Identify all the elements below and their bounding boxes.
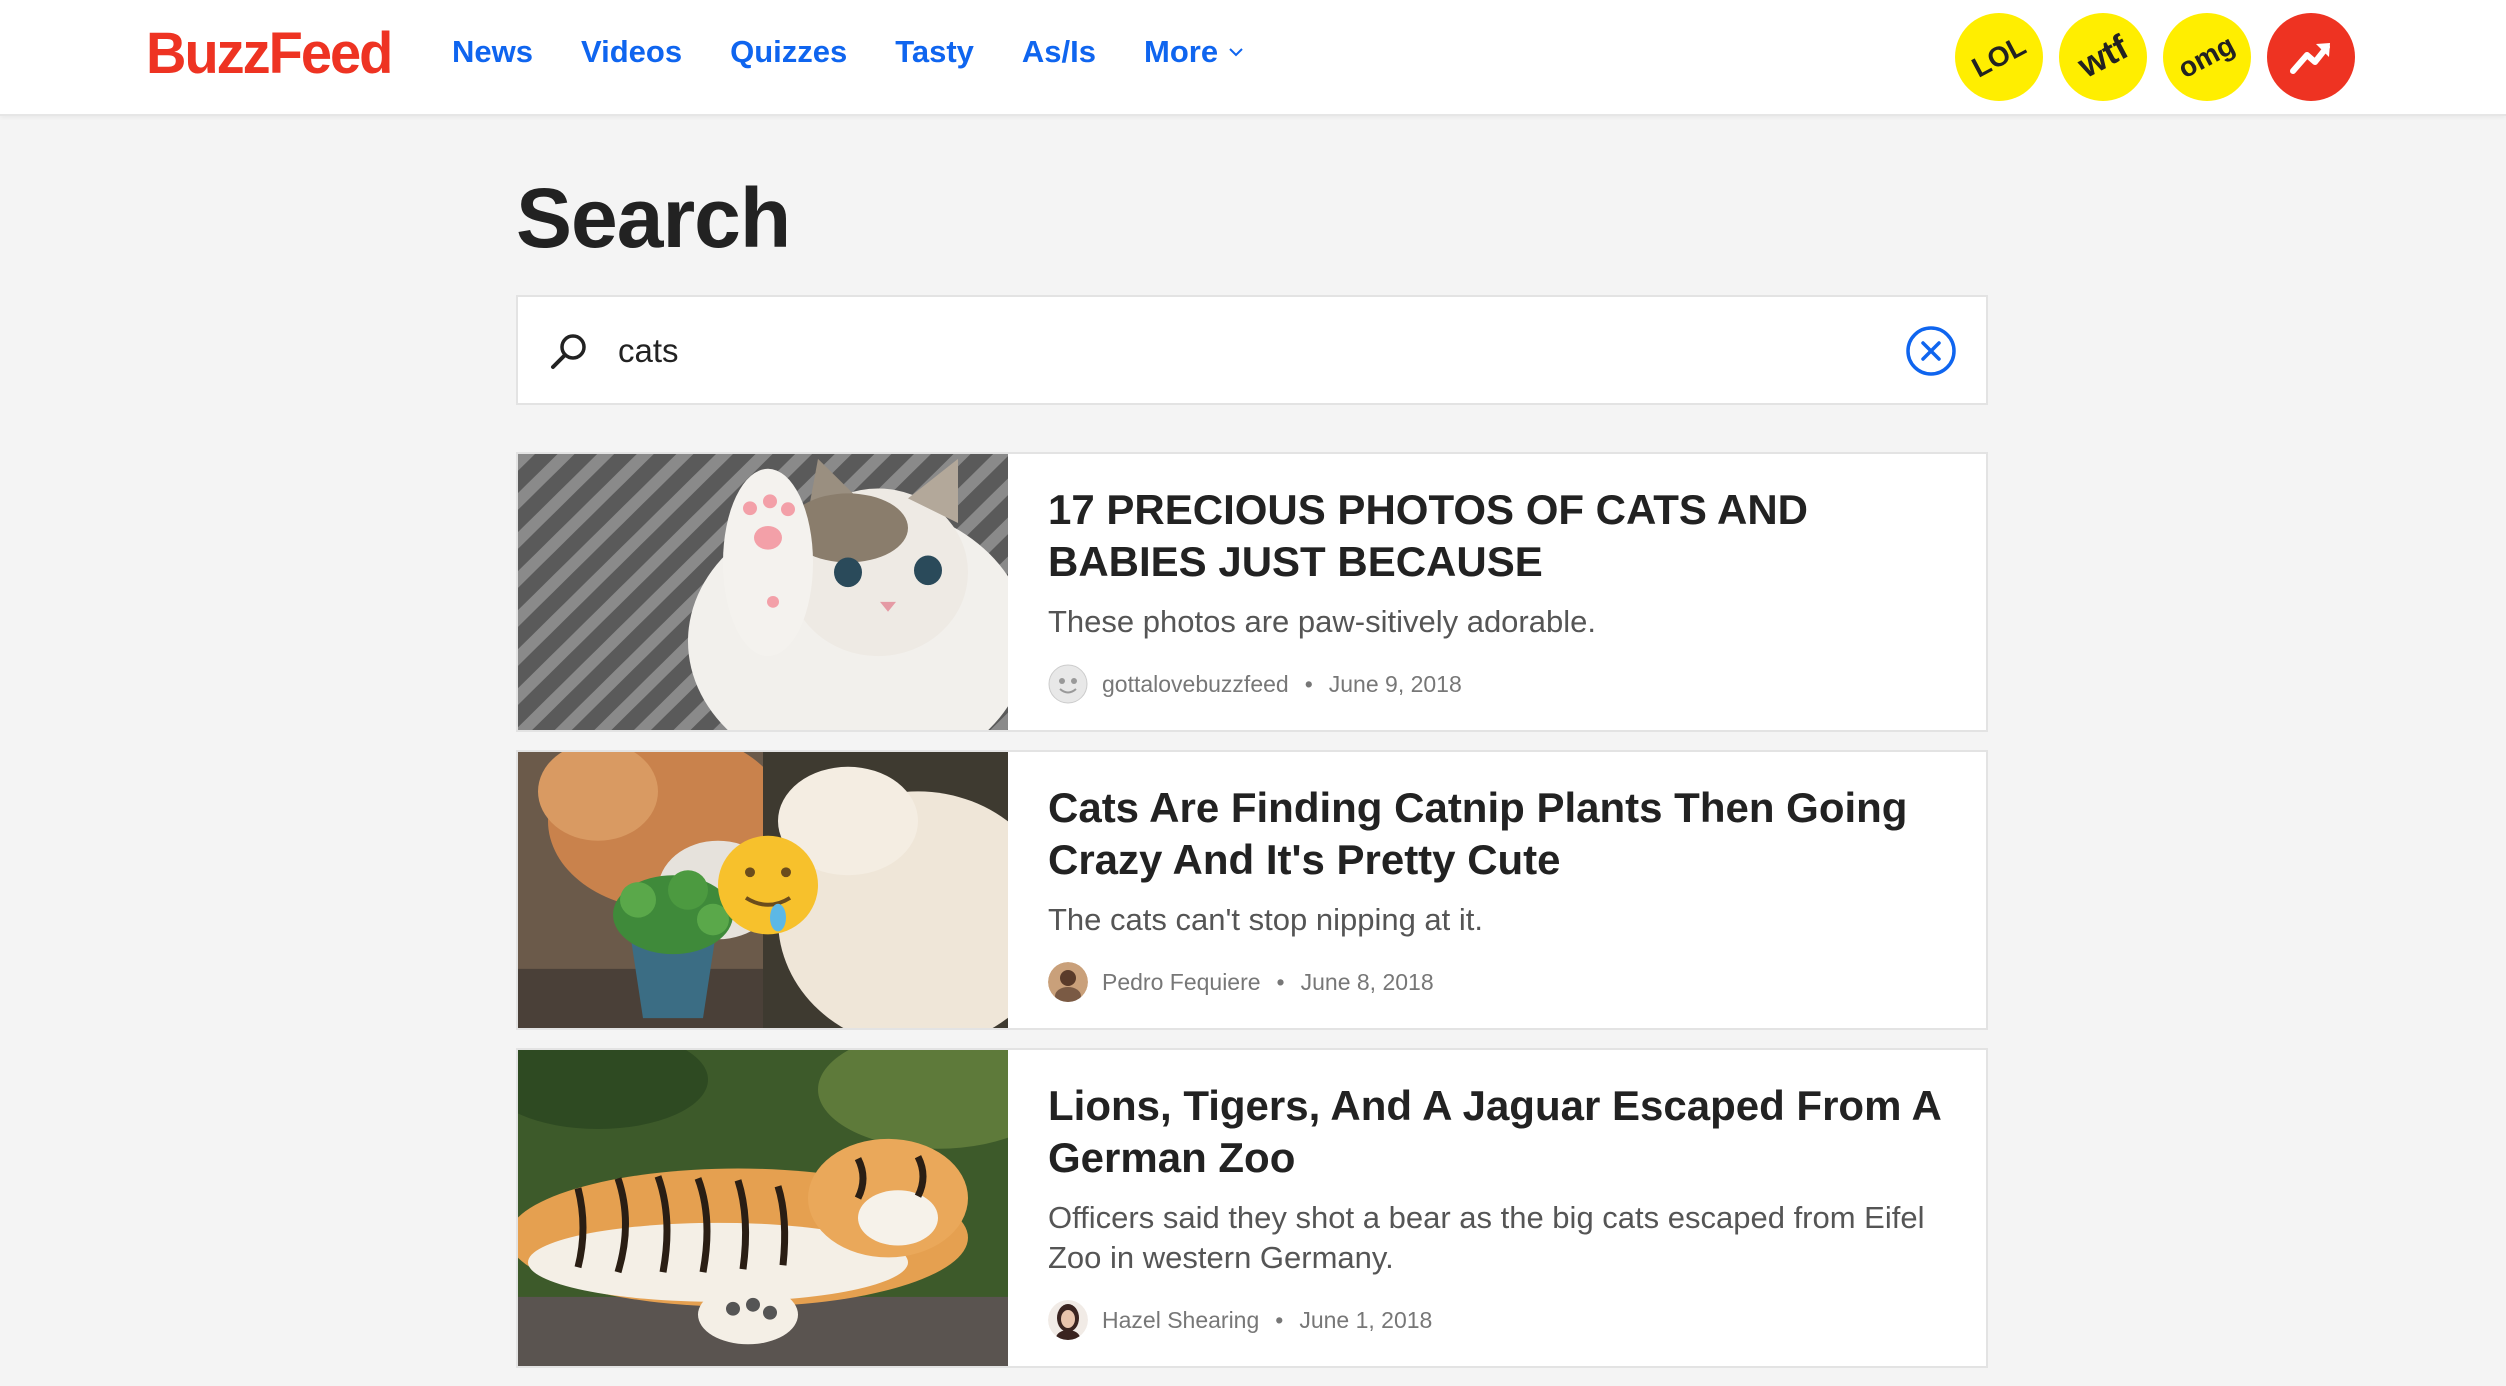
nav-tasty[interactable]: Tasty — [895, 34, 974, 70]
publish-date: June 1, 2018 — [1299, 1306, 1433, 1333]
separator: • — [1276, 968, 1285, 995]
result-card[interactable]: 17 PRECIOUS PHOTOS OF CATS AND BABIES JU… — [516, 452, 1988, 732]
separator: • — [1304, 670, 1313, 697]
result-title[interactable]: Cats Are Finding Catnip Plants Then Goin… — [1048, 782, 1948, 886]
result-card[interactable]: Cats Are Finding Catnip Plants Then Goin… — [516, 750, 1988, 1030]
wtf-badge[interactable]: wtf — [2059, 13, 2147, 101]
result-title[interactable]: Lions, Tigers, And A Jaguar Escaped From… — [1048, 1080, 1948, 1184]
search-box — [516, 295, 1988, 405]
search-input[interactable] — [618, 321, 1798, 381]
chevron-down-icon — [1229, 48, 1243, 57]
nav-as-is-label: As/Is — [1021, 34, 1097, 69]
nav-videos[interactable]: Videos — [581, 34, 682, 70]
publish-date: June 8, 2018 — [1300, 968, 1434, 995]
nav-more-label: More — [1144, 34, 1219, 69]
wtf-badge-label: wtf — [2071, 27, 2135, 86]
tiger-photo[interactable] — [518, 1050, 1008, 1366]
nav-news[interactable]: News — [452, 34, 533, 70]
author-name[interactable]: Hazel Shearing — [1102, 1307, 1259, 1334]
publish-date: June 9, 2018 — [1328, 670, 1462, 697]
nav-videos-label: Videos — [580, 34, 683, 69]
kitten-photo[interactable] — [518, 454, 1008, 730]
result-byline: gottalovebuzzfeed • June 9, 2018 — [1048, 664, 1948, 704]
author-name[interactable]: Pedro Fequiere — [1102, 969, 1261, 996]
clear-search-icon[interactable] — [1904, 324, 1958, 378]
omg-badge-label: omg — [2173, 28, 2241, 85]
nav-quizzes-label: Quizzes — [730, 34, 848, 69]
omg-badge[interactable]: omg — [2163, 13, 2251, 101]
page-title: Search — [516, 171, 791, 265]
nav-quizzes[interactable]: Quizzes — [730, 34, 847, 70]
nav-tasty-label: Tasty — [895, 34, 974, 69]
separator: • — [1275, 1306, 1284, 1333]
result-byline: Pedro Fequiere • June 8, 2018 — [1048, 962, 1948, 1002]
reaction-badges: LOL wtf omg — [1955, 13, 2355, 101]
author-avatar[interactable] — [1048, 1300, 1088, 1340]
nav-news-label: News — [452, 34, 533, 69]
catnip-cats-photo[interactable] — [518, 752, 1008, 1028]
result-description: Officers said they shot a bear as the bi… — [1048, 1200, 1925, 1275]
search-icon — [551, 334, 586, 369]
result-title[interactable]: 17 PRECIOUS PHOTOS OF CATS AND BABIES JU… — [1048, 484, 1948, 588]
result-description: These photos are paw-sitively adorable. — [1048, 604, 1596, 639]
main-nav: News Videos Quizzes Tasty As/Is More — [452, 34, 1246, 70]
search-results: 17 PRECIOUS PHOTOS OF CATS AND BABIES JU… — [516, 452, 1988, 1386]
nav-as-is[interactable]: As/Is — [1022, 34, 1096, 70]
result-description: The cats can't stop nipping at it. — [1048, 902, 1483, 937]
lol-badge[interactable]: LOL — [1955, 13, 2043, 101]
trending-badge[interactable] — [2267, 13, 2355, 101]
trending-arrow-icon — [2290, 43, 2330, 74]
author-name[interactable]: gottalovebuzzfeed — [1102, 671, 1289, 698]
nav-more-dropdown[interactable]: More — [1144, 34, 1246, 70]
result-byline: Hazel Shearing • June 1, 2018 — [1048, 1300, 1948, 1340]
top-navigation-bar: BuzzFeed News Videos Quizzes Tasty As/Is… — [0, 0, 2506, 116]
buzzfeed-logo[interactable]: BuzzFeed — [146, 18, 393, 86]
author-avatar[interactable] — [1048, 962, 1088, 1002]
author-avatar[interactable] — [1048, 664, 1088, 704]
lol-badge-label: LOL — [1966, 29, 2031, 84]
result-card[interactable]: Lions, Tigers, And A Jaguar Escaped From… — [516, 1048, 1988, 1368]
